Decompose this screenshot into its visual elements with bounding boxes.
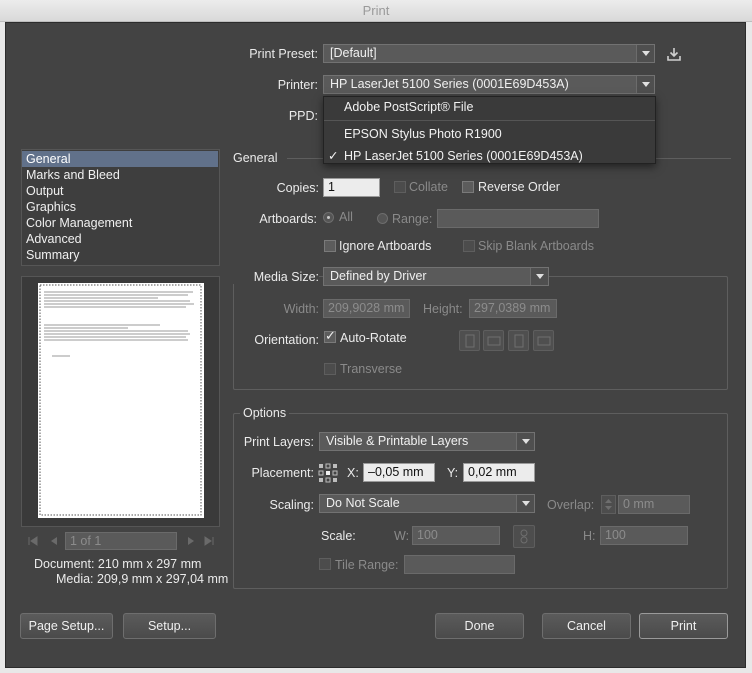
scaling-label: Scaling:	[269, 498, 314, 512]
sidebar-item-advanced[interactable]: Advanced	[22, 231, 218, 247]
h-label: H:	[583, 529, 596, 543]
print-layers-value: Visible & Printable Layers	[326, 434, 469, 448]
sidebar-item-output[interactable]: Output	[22, 183, 218, 199]
chevron-down-icon	[516, 495, 534, 512]
placement-grid-icon[interactable]	[318, 463, 338, 483]
reverse-order-checkbox[interactable]	[462, 181, 474, 193]
all-radio[interactable]	[323, 212, 334, 223]
options-section-title: Options	[240, 406, 290, 420]
height-label: Height:	[423, 302, 463, 316]
scale-label: Scale:	[321, 529, 356, 543]
overlap-field[interactable]: 0 mm	[618, 495, 690, 514]
collate-checkbox[interactable]	[394, 181, 406, 193]
printer-value: HP LaserJet 5100 Series (0001E69D453A)	[330, 77, 569, 91]
auto-rotate-label: Auto-Rotate	[340, 331, 407, 345]
sidebar-item-graphics[interactable]: Graphics	[22, 199, 218, 215]
reverse-landscape-orientation-icon[interactable]	[533, 330, 554, 351]
range-radio[interactable]	[377, 213, 388, 224]
page-setup-button[interactable]: Page Setup...	[20, 613, 113, 639]
range-label: Range:	[392, 212, 433, 226]
artboards-label: Artboards:	[259, 212, 317, 226]
x-field[interactable]: –0,05 mm	[363, 463, 435, 482]
printer-dropdown[interactable]: HP LaserJet 5100 Series (0001E69D453A)	[323, 75, 655, 94]
chevron-down-icon	[636, 45, 654, 62]
setup-button[interactable]: Setup...	[123, 613, 216, 639]
media-size-value: Defined by Driver	[330, 269, 427, 283]
reverse-order-label: Reverse Order	[478, 180, 560, 194]
transverse-checkbox[interactable]	[324, 363, 336, 375]
printer-label: Printer:	[277, 78, 318, 92]
width-label: Width:	[283, 302, 319, 316]
w-label: W:	[394, 529, 410, 543]
constrain-proportions-icon[interactable]	[513, 525, 535, 548]
reverse-portrait-orientation-icon[interactable]	[508, 330, 529, 351]
transverse-label: Transverse	[340, 362, 403, 376]
window-title: Print	[362, 3, 390, 18]
save-preset-icon[interactable]	[665, 45, 683, 63]
ppd-label: PPD:	[288, 109, 318, 123]
menu-item-adobe-postscript-file[interactable]: Adobe PostScript® File	[344, 100, 473, 114]
height-field[interactable]: 297,0389 mm	[469, 299, 557, 318]
overlap-stepper[interactable]	[601, 495, 616, 514]
sidebar-item-summary[interactable]: Summary	[22, 247, 218, 263]
media-size-dropdown[interactable]: Defined by Driver	[323, 267, 549, 286]
media-size-info: Media: 209,9 mm x 297,04 mm	[56, 572, 229, 586]
chevron-down-icon	[530, 268, 548, 285]
y-field[interactable]: 0,02 mm	[463, 463, 535, 482]
print-button[interactable]: Print	[639, 613, 728, 639]
sidebar-item-color-management[interactable]: Color Management	[22, 215, 218, 231]
first-page-icon[interactable]	[27, 535, 39, 547]
copies-field[interactable]: 1	[323, 178, 380, 197]
print-layers-dropdown[interactable]: Visible & Printable Layers	[319, 432, 535, 451]
tile-range-checkbox[interactable]	[319, 558, 331, 570]
previous-page-icon[interactable]	[48, 535, 60, 547]
page-number-field[interactable]: 1 of 1	[65, 532, 177, 550]
skip-blank-artboards-checkbox[interactable]	[463, 240, 475, 252]
skip-blank-artboards-label: Skip Blank Artboards	[478, 239, 595, 253]
print-preset-label: Print Preset:	[249, 47, 318, 61]
scale-width-field[interactable]: 100	[412, 526, 500, 545]
print-preset-value: [Default]	[330, 46, 377, 60]
orientation-label: Orientation:	[254, 333, 319, 347]
done-button[interactable]: Done	[435, 613, 524, 639]
copies-label: Copies:	[276, 181, 319, 195]
placement-label: Placement:	[251, 466, 314, 480]
range-field[interactable]	[437, 209, 599, 228]
scaling-dropdown[interactable]: Do Not Scale	[319, 494, 535, 513]
tile-range-field[interactable]	[404, 555, 515, 574]
media-size-label: Media Size:	[220, 270, 319, 284]
scale-height-field[interactable]: 100	[600, 526, 688, 545]
ignore-artboards-label: Ignore Artboards	[339, 239, 432, 253]
width-field[interactable]: 209,9028 mm	[323, 299, 410, 318]
print-preset-dropdown[interactable]: [Default]	[323, 44, 655, 63]
sidebar-item-general[interactable]: General	[22, 151, 218, 167]
general-section-title: General	[233, 151, 278, 165]
portrait-orientation-icon[interactable]	[459, 330, 480, 351]
checkmark-icon: ✓	[325, 328, 336, 343]
tile-range-label: Tile Range:	[335, 558, 399, 572]
all-label: All	[339, 210, 353, 224]
checkmark-icon: ✓	[328, 149, 339, 163]
printer-menu: Adobe PostScript® File EPSON Stylus Phot…	[323, 96, 656, 164]
x-label: X:	[347, 466, 359, 480]
chevron-down-icon	[516, 433, 534, 450]
overlap-label: Overlap:	[547, 498, 595, 512]
menu-item-epson-stylus-photo[interactable]: EPSON Stylus Photo R1900	[344, 127, 502, 141]
cancel-button[interactable]: Cancel	[542, 613, 631, 639]
print-layers-label: Print Layers:	[243, 435, 314, 449]
next-page-icon[interactable]	[185, 535, 197, 547]
last-page-icon[interactable]	[203, 535, 215, 547]
preview-page	[38, 283, 204, 518]
menu-separator	[324, 120, 655, 121]
scaling-value: Do Not Scale	[326, 496, 400, 510]
document-size-info: Document: 210 mm x 297 mm	[34, 557, 202, 571]
y-label: Y:	[447, 466, 459, 480]
ignore-artboards-checkbox[interactable]	[324, 240, 336, 252]
sidebar-item-marks-and-bleed[interactable]: Marks and Bleed	[22, 167, 218, 183]
landscape-orientation-icon[interactable]	[483, 330, 504, 351]
chevron-down-icon	[636, 76, 654, 93]
menu-item-hp-laserjet[interactable]: HP LaserJet 5100 Series (0001E69D453A)	[344, 149, 583, 163]
collate-label: Collate	[409, 180, 448, 194]
